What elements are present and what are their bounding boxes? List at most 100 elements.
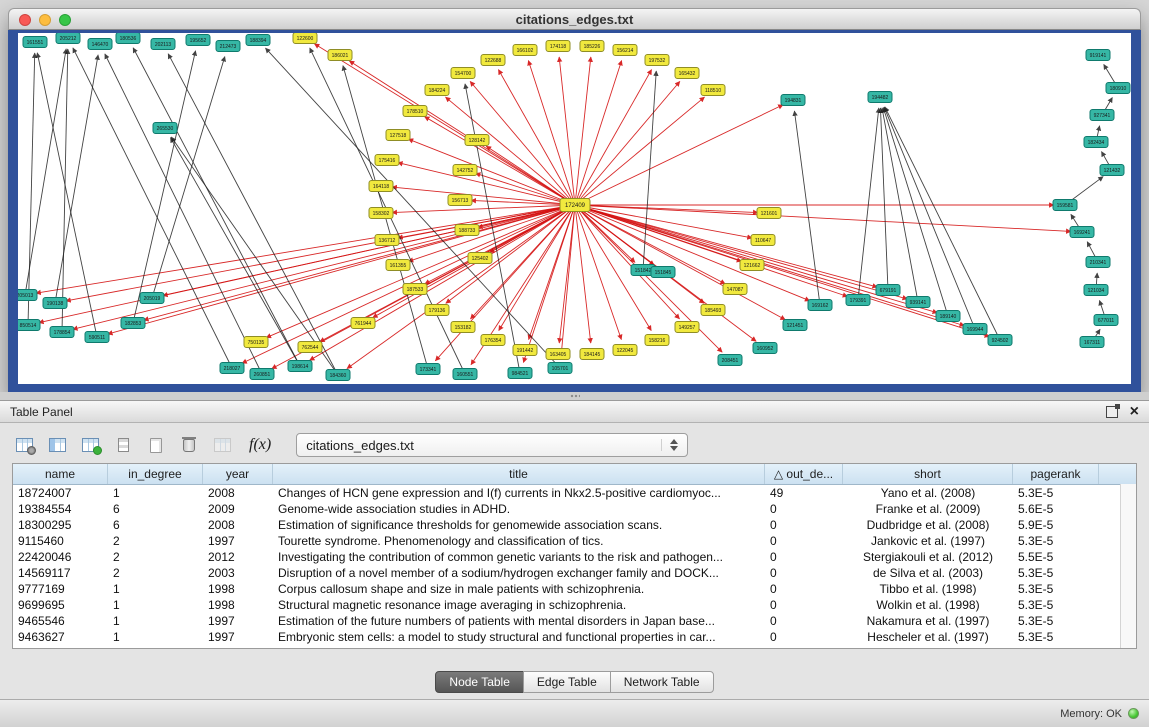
graph-node[interactable]: 169241 [1070, 227, 1094, 238]
table-cell[interactable]: Franke et al. (2009) [843, 501, 1013, 517]
graph-node[interactable]: 175416 [375, 155, 399, 166]
graph-node[interactable]: 180910 [1106, 83, 1130, 94]
graph-node[interactable]: 167311 [1080, 337, 1104, 348]
table-cell[interactable]: 18300295 [13, 517, 108, 533]
column-header-in_degree[interactable]: in_degree [108, 464, 203, 484]
graph-edge[interactable] [885, 107, 1000, 340]
graph-node[interactable]: 205212 [56, 33, 80, 44]
graph-node[interactable]: 163405 [546, 349, 570, 360]
graph-node[interactable]: 110647 [751, 235, 775, 246]
table-cell[interactable]: 2 [108, 565, 203, 581]
table-cell[interactable]: 49 [765, 485, 843, 501]
graph-edge[interactable] [575, 205, 810, 301]
table-cell[interactable]: 14569117 [13, 565, 108, 581]
graph-node[interactable]: 156713 [448, 195, 472, 206]
graph-node[interactable]: 105701 [548, 363, 572, 374]
graph-node[interactable]: 125402 [468, 253, 492, 264]
column-header-out_de[interactable]: △ out_de... [765, 464, 843, 484]
table-edit-icon[interactable] [78, 434, 102, 456]
graph-node[interactable]: 927341 [1090, 110, 1114, 121]
graph-node[interactable]: 188394 [246, 35, 270, 46]
graph-node[interactable]: 121662 [740, 260, 764, 271]
table-cell[interactable]: 0 [765, 517, 843, 533]
graph-node[interactable]: 919141 [1086, 50, 1110, 61]
graph-node[interactable]: 156214 [613, 45, 637, 56]
table-cell[interactable]: 1997 [203, 533, 273, 549]
graph-node[interactable]: 160952 [753, 343, 777, 354]
graph-node[interactable]: 136712 [375, 235, 399, 246]
table-row[interactable]: 1830029562008Estimation of significance … [13, 517, 1136, 533]
table-cell[interactable]: 9463627 [13, 629, 108, 645]
graph-node[interactable]: 127518 [386, 130, 410, 141]
graph-node[interactable]: 197532 [645, 55, 669, 66]
graph-edge[interactable] [398, 163, 575, 205]
table-cell[interactable]: 2 [108, 533, 203, 549]
graph-node[interactable]: 122688 [481, 55, 505, 66]
table-row[interactable]: 969969511998Structural magnetic resonanc… [13, 597, 1136, 613]
table-cell[interactable]: Disruption of a novel member of a sodium… [273, 565, 765, 581]
table-cell[interactable]: 0 [765, 613, 843, 629]
graph-node[interactable]: 169162 [808, 300, 832, 311]
table-cell[interactable]: 18724007 [13, 485, 108, 501]
graph-edge[interactable] [445, 97, 575, 205]
create-table-icon[interactable] [144, 434, 168, 456]
graph-node[interactable]: 189140 [936, 311, 960, 322]
tab-node-table[interactable]: Node Table [435, 671, 524, 693]
graph-node[interactable]: 184360 [326, 370, 350, 381]
graph-edge[interactable] [163, 205, 575, 296]
graph-node[interactable]: 160551 [453, 369, 477, 380]
graph-node[interactable]: 122045 [613, 345, 637, 356]
table-cell[interactable]: 1998 [203, 581, 273, 597]
table-cell[interactable]: 2008 [203, 517, 273, 533]
graph-edge[interactable] [575, 70, 652, 205]
window-titlebar[interactable]: citations_edges.txt [8, 8, 1141, 30]
zoom-window-icon[interactable] [59, 14, 71, 26]
graph-edge[interactable] [309, 205, 575, 360]
graph-edge[interactable] [62, 49, 68, 332]
graph-node[interactable]: 179391 [846, 295, 870, 306]
table-cell[interactable]: 5.5E-5 [1013, 549, 1099, 565]
graph-edge[interactable] [168, 54, 338, 375]
graph-node[interactable]: 590511 [85, 332, 109, 343]
graph-node[interactable]: 165432 [675, 68, 699, 79]
table-cell[interactable]: 1 [108, 485, 203, 501]
table-vertical-scrollbar[interactable] [1120, 484, 1136, 648]
graph-edge[interactable] [424, 117, 575, 205]
table-cell[interactable]: 0 [765, 501, 843, 517]
table-cell[interactable]: 9115460 [13, 533, 108, 549]
table-cell[interactable]: 19384554 [13, 501, 108, 517]
graph-node[interactable]: 185493 [701, 305, 725, 316]
graph-node[interactable]: 179136 [425, 305, 449, 316]
column-settings-icon[interactable] [45, 434, 69, 456]
column-header-year[interactable]: year [203, 464, 273, 484]
graph-edge[interactable] [499, 205, 575, 331]
graph-node[interactable]: 146470 [88, 39, 112, 50]
graph-node[interactable]: 187533 [403, 284, 427, 295]
table-cell[interactable]: 2009 [203, 501, 273, 517]
table-cell[interactable]: Corpus callosum shape and size in male p… [273, 581, 765, 597]
graph-node[interactable]: 174118 [546, 41, 570, 52]
table-cell[interactable]: 5.9E-5 [1013, 517, 1099, 533]
table-cell[interactable]: Structural magnetic resonance image aver… [273, 597, 765, 613]
graph-edge[interactable] [575, 57, 591, 205]
minimize-window-icon[interactable] [39, 14, 51, 26]
graph-node[interactable]: 208451 [718, 355, 742, 366]
graph-node[interactable]: 210341 [1086, 257, 1110, 268]
graph-node[interactable]: 188733 [455, 225, 479, 236]
graph-node[interactable]: 260851 [250, 369, 274, 380]
graph-edge[interactable] [575, 81, 680, 205]
table-cell[interactable]: 9777169 [13, 581, 108, 597]
graph-node[interactable]: 762544 [298, 342, 322, 353]
table-cell[interactable]: 1 [108, 613, 203, 629]
table-cell[interactable]: 5.3E-5 [1013, 597, 1099, 613]
table-cell[interactable]: 6 [108, 517, 203, 533]
table-cell[interactable]: 5.3E-5 [1013, 485, 1099, 501]
graph-node[interactable]: 180536 [116, 33, 140, 44]
graph-node[interactable]: 184145 [580, 349, 604, 360]
table-cell[interactable]: 1997 [203, 629, 273, 645]
graph-node[interactable]: 205019 [140, 293, 164, 304]
table-cell[interactable]: 1 [108, 581, 203, 597]
table-cell[interactable]: 0 [765, 565, 843, 581]
graph-node[interactable]: 147087 [723, 284, 747, 295]
table-cell[interactable]: 22420046 [13, 549, 108, 565]
